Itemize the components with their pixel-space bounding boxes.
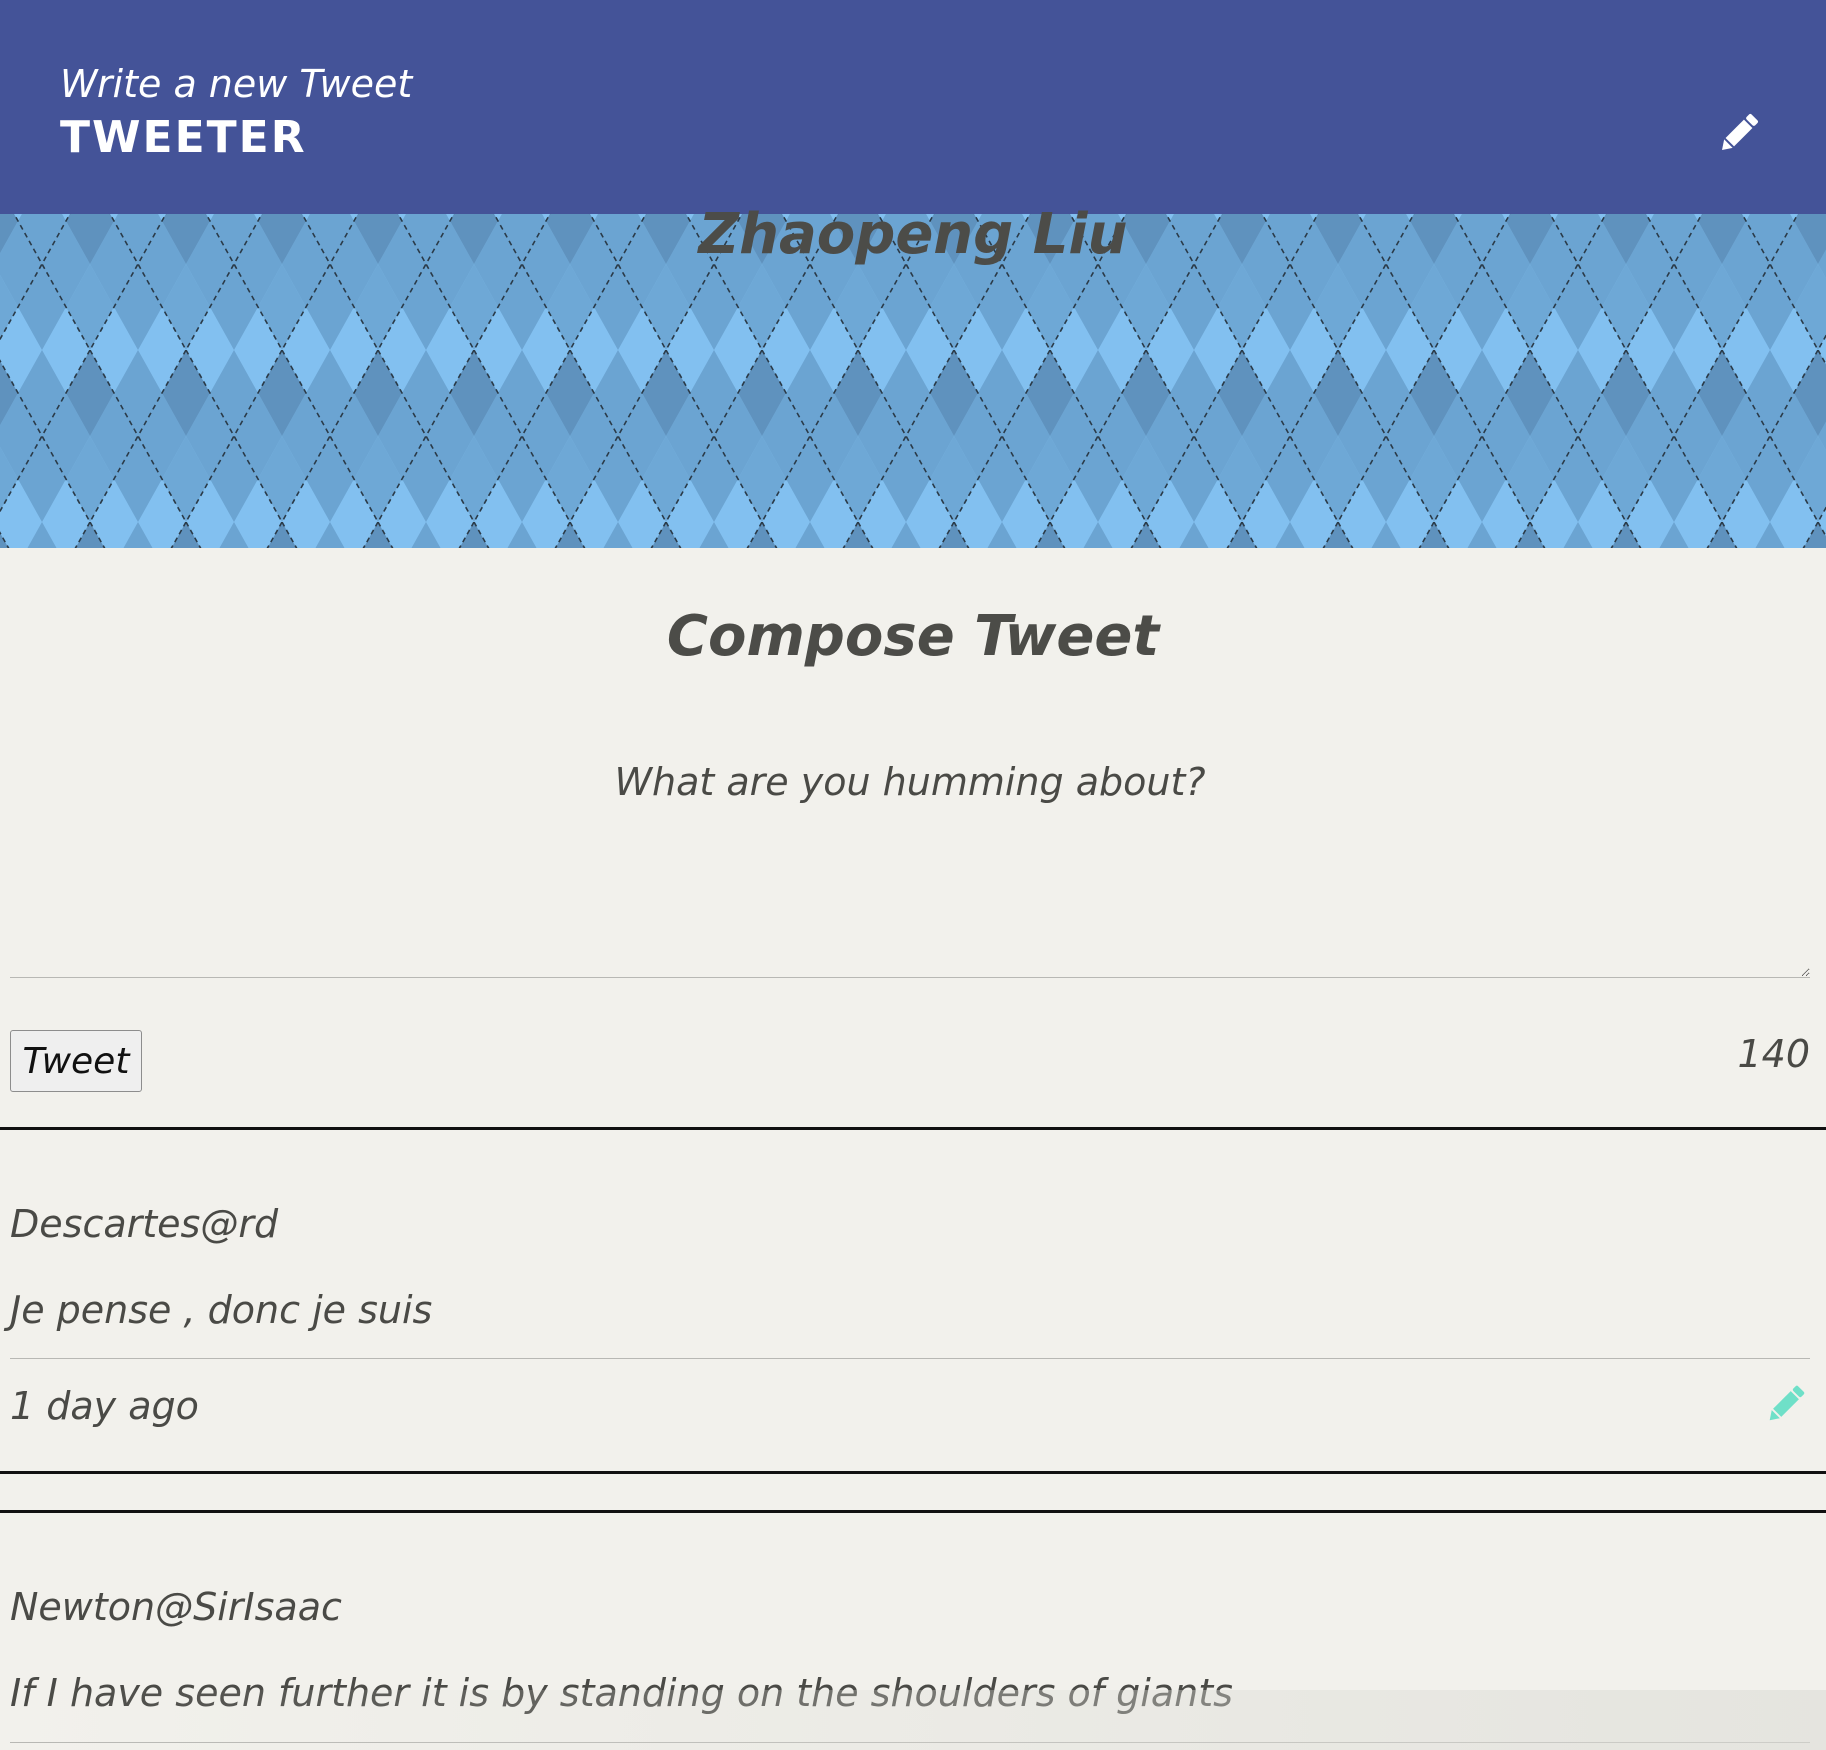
tweet-edit-button[interactable] (1762, 1380, 1810, 1428)
section-divider (0, 1127, 1826, 1130)
tweet-footer-rule (10, 1742, 1810, 1743)
tweet-submit-button[interactable]: Tweet (10, 1030, 142, 1092)
tweet-textarea[interactable] (10, 760, 1810, 978)
tweet-divider (0, 1471, 1826, 1474)
character-counter: 140 (1737, 1032, 1810, 1076)
pencil-icon (1722, 114, 1758, 150)
top-nav-bar: Write a new Tweet TWEETER (0, 0, 1826, 214)
tweet-content: If I have seen further it is by standing… (10, 1671, 1233, 1715)
pencil-icon (1769, 1385, 1805, 1421)
profile-name: Zhaopeng Liu (698, 202, 1128, 267)
tweet-author: Newton@SirIsaac (10, 1585, 342, 1629)
tweet-timestamp: 1 day ago (10, 1384, 199, 1428)
tweet-footer-rule (10, 1358, 1810, 1359)
brand-logo-text[interactable]: TWEETER (60, 112, 307, 163)
tweet-divider (0, 1510, 1826, 1513)
compose-title: Compose Tweet (666, 604, 1160, 669)
compose-toggle-button[interactable] (1714, 108, 1764, 158)
tweet-author: Descartes@rd (10, 1202, 279, 1246)
nav-subtitle: Write a new Tweet (60, 62, 413, 106)
tweet-content: Je pense , donc je suis (10, 1288, 433, 1332)
